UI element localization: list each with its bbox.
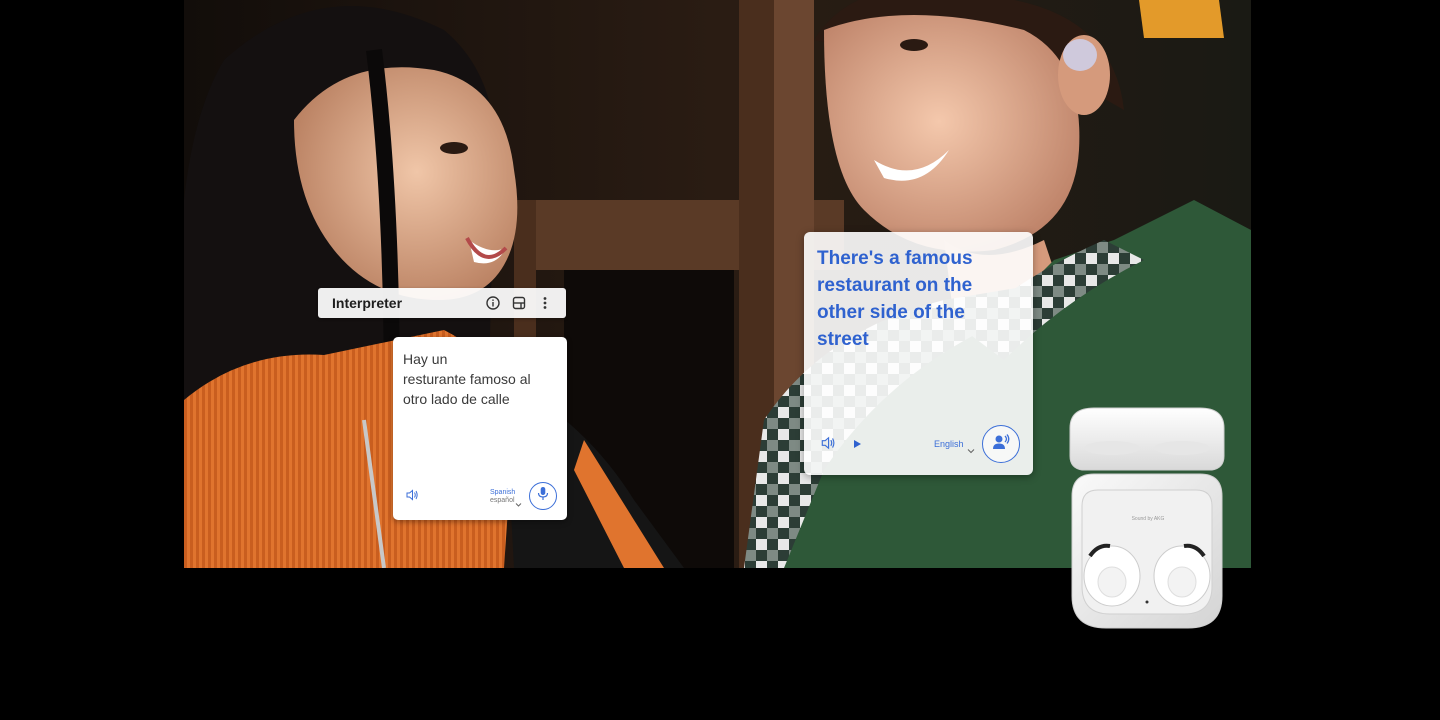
case-branding: Sound by AKG bbox=[1132, 516, 1165, 522]
source-text: Hay un resturante famoso al otro lado de… bbox=[403, 349, 557, 409]
info-icon[interactable] bbox=[482, 292, 504, 314]
source-language-card: Hay un resturante famoso al otro lado de… bbox=[393, 337, 567, 520]
earbuds-case-image: Sound by AKG bbox=[1064, 406, 1230, 632]
conversation-icon bbox=[992, 433, 1010, 456]
interpreter-header: Interpreter bbox=[318, 288, 566, 318]
target-language-selector[interactable]: English bbox=[934, 439, 964, 449]
source-language-label: Spanish bbox=[490, 489, 516, 496]
interpreter-title: Interpreter bbox=[332, 295, 403, 311]
translated-line: There's a famous bbox=[817, 248, 973, 269]
source-line: Hay un bbox=[403, 351, 448, 367]
source-language-selector[interactable]: Spanish español bbox=[490, 489, 515, 505]
play-icon[interactable] bbox=[850, 437, 864, 451]
split-view-icon[interactable] bbox=[508, 292, 530, 314]
translated-text: There's a famous restaurant on the other… bbox=[817, 245, 1020, 353]
translated-line: street bbox=[817, 329, 869, 350]
speaker-icon[interactable] bbox=[405, 488, 419, 502]
mic-button[interactable] bbox=[529, 482, 557, 510]
mic-icon bbox=[537, 486, 549, 506]
translation-card: There's a famous restaurant on the other… bbox=[804, 232, 1033, 475]
speaker-icon[interactable] bbox=[820, 435, 836, 451]
chevron-down-icon[interactable] bbox=[515, 495, 522, 507]
source-line: otro lado de calle bbox=[403, 391, 510, 407]
more-vert-icon[interactable] bbox=[534, 292, 556, 314]
chevron-down-icon[interactable] bbox=[967, 441, 975, 454]
translated-line: other side of the bbox=[817, 302, 965, 323]
source-language-native: español bbox=[490, 497, 515, 504]
conversation-button[interactable] bbox=[982, 425, 1020, 463]
source-line: resturante famoso al bbox=[403, 371, 531, 387]
translated-line: restaurant on the bbox=[817, 275, 973, 296]
